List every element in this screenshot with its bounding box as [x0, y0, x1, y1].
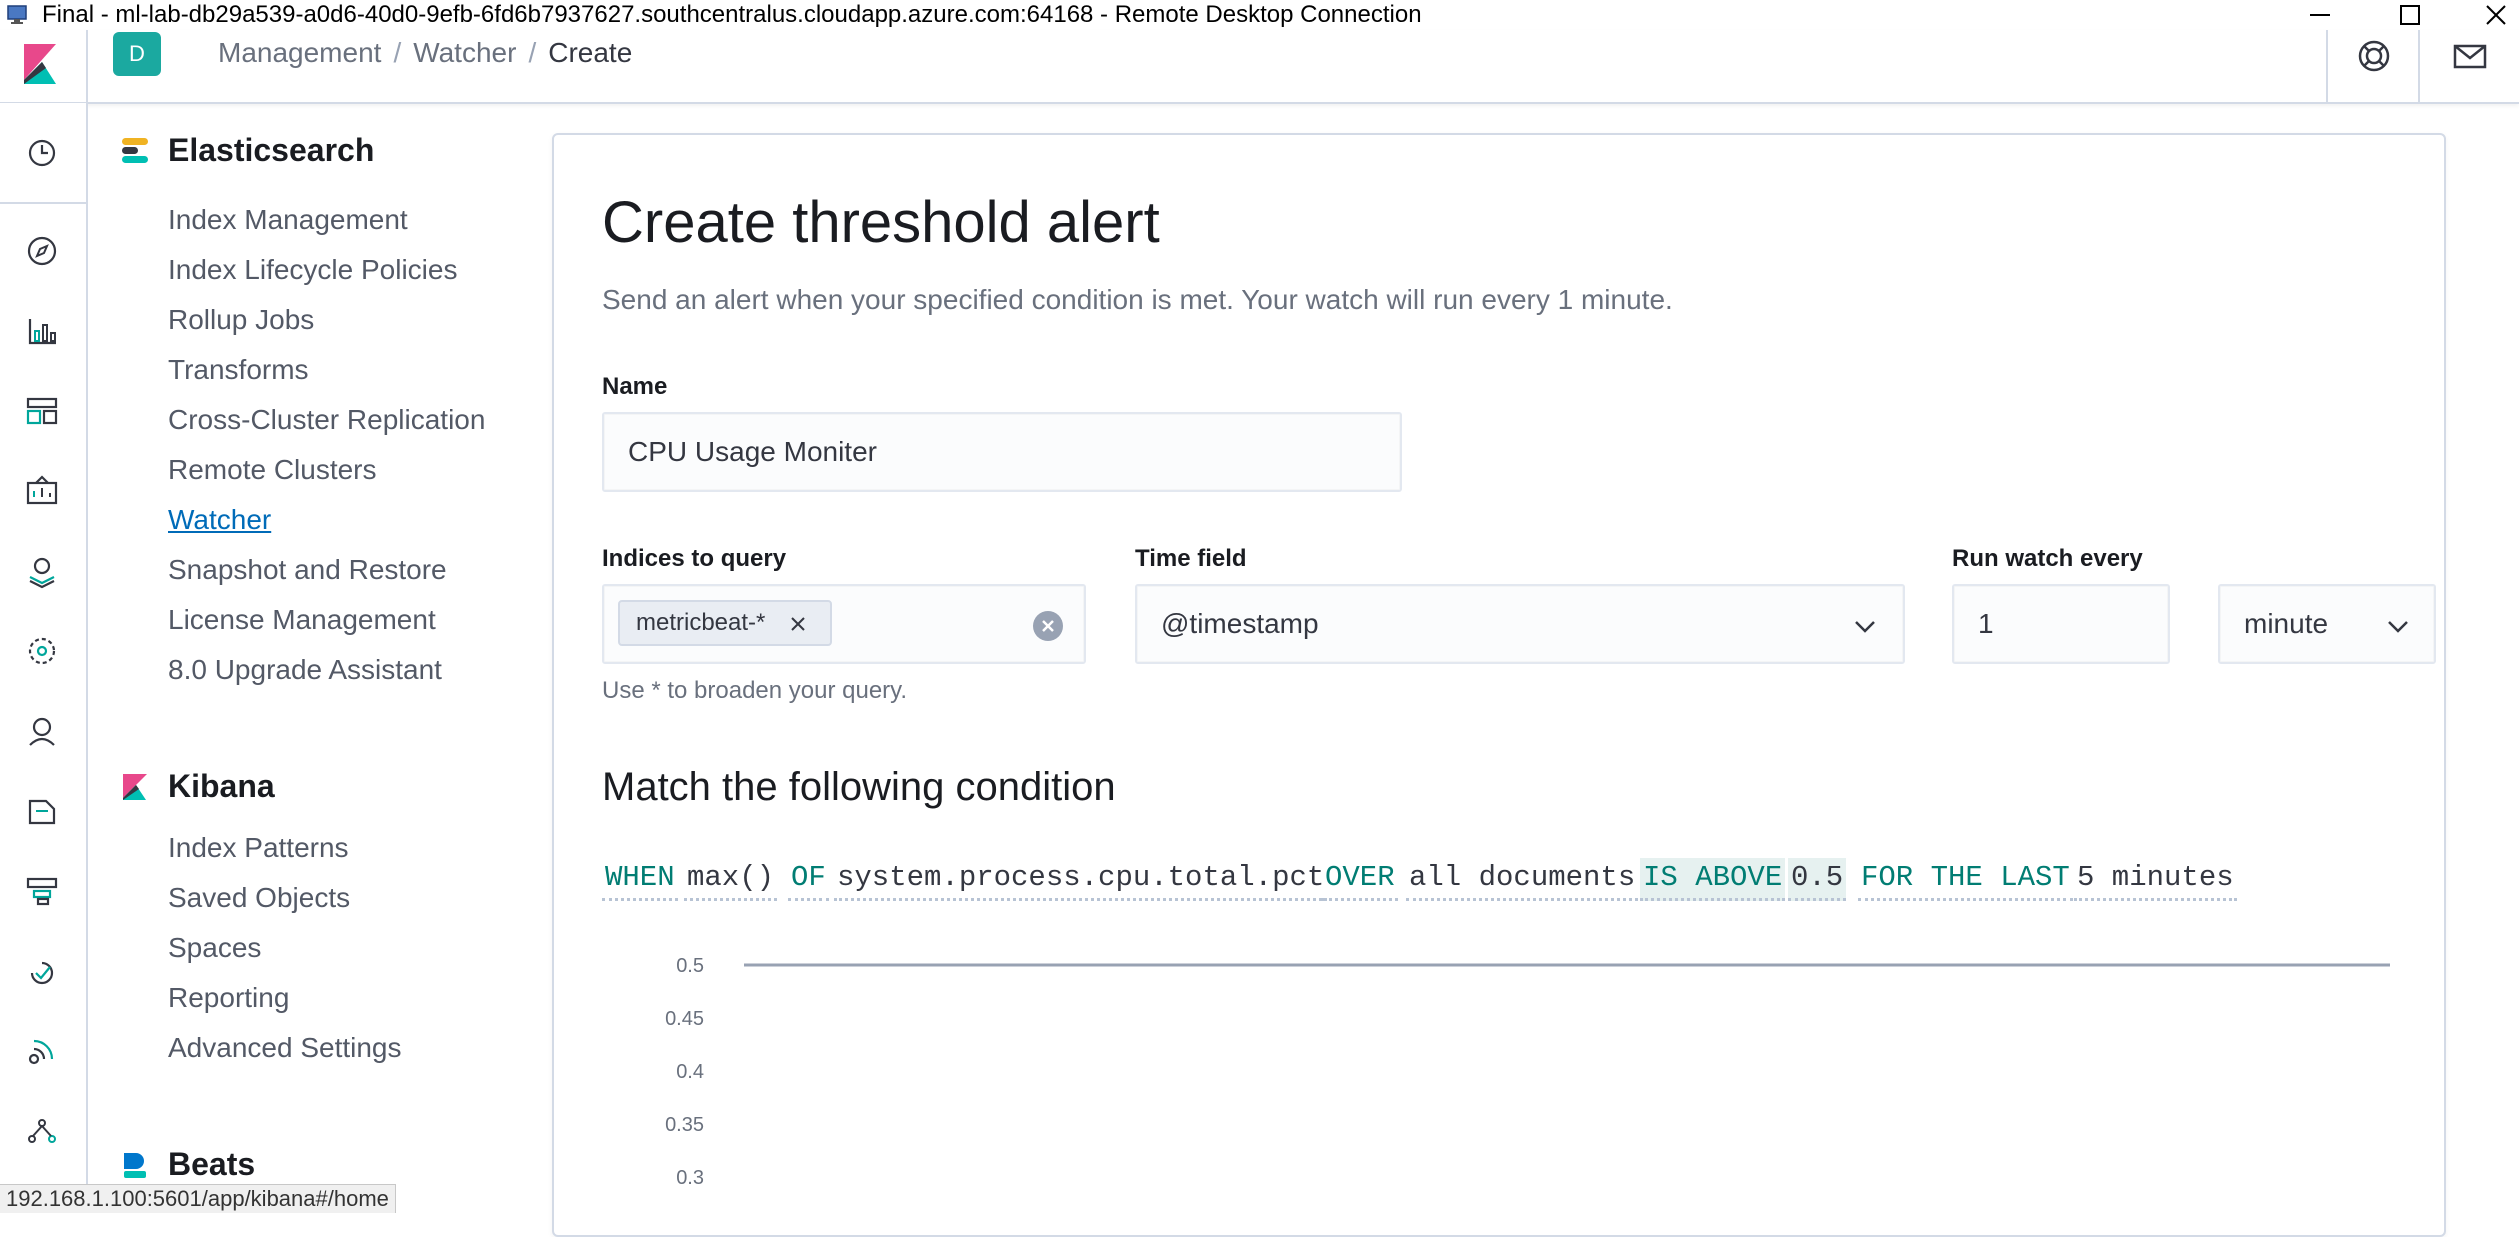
breadcrumb: Management / Watcher / Create [218, 35, 632, 71]
sidebar-item-index-lifecycle-policies[interactable]: Index Lifecycle Policies [168, 252, 457, 288]
remote-desktop-icon [7, 5, 27, 24]
breadcrumb-create: Create [548, 37, 633, 68]
page-title: Create threshold alert [602, 190, 1160, 255]
recently-viewed-clock-icon[interactable] [22, 133, 62, 173]
sidebar-item-upgrade-assistant[interactable]: 8.0 Upgrade Assistant [168, 652, 442, 688]
run-every-label: Run watch every [1952, 545, 2143, 572]
sidebar-item-index-patterns[interactable]: Index Patterns [168, 830, 349, 866]
apm-icon[interactable] [22, 871, 62, 911]
breadcrumb-separator: / [393, 37, 402, 68]
close-window-button[interactable] [2466, 0, 2519, 30]
kibana-logo-icon [123, 774, 147, 800]
expr-field[interactable]: system.process.cpu.total.pct [834, 858, 1328, 901]
page-description: Send an alert when your specified condit… [602, 284, 1673, 315]
indices-label: Indices to query [602, 545, 787, 572]
time-field-select[interactable]: @timestamp [1135, 584, 1905, 664]
sidebar-item-spaces[interactable]: Spaces [168, 930, 261, 966]
index-pill-label: metricbeat-* [636, 609, 766, 636]
logs-icon[interactable] [22, 791, 62, 831]
nav-rail [0, 103, 88, 1212]
close-icon [2486, 5, 2506, 25]
y-tick-label: 0.4 [676, 1061, 704, 1083]
canvas-icon[interactable] [22, 471, 62, 511]
breadcrumb-watcher[interactable]: Watcher [413, 37, 516, 68]
header-divider [2326, 30, 2328, 102]
indices-help-text: Use * to broaden your query. [602, 677, 908, 704]
expr-window[interactable]: 5 minutes [2074, 858, 2237, 901]
sidebar-item-advanced-settings[interactable]: Advanced Settings [168, 1030, 402, 1066]
sidebar-item-transforms[interactable]: Transforms [168, 352, 309, 388]
nav-heading-label: Elasticsearch [168, 132, 375, 168]
remote-desktop-titlebar: Final - ml-lab-db29a539-a0d6-40d0-9efb-6… [0, 0, 2519, 30]
graph-icon[interactable] [22, 1111, 62, 1151]
sidebar-item-license-management[interactable]: License Management [168, 602, 436, 638]
expr-threshold[interactable]: 0.5 [1788, 858, 1847, 901]
minimize-button[interactable] [2290, 0, 2350, 30]
discover-compass-icon[interactable] [22, 231, 62, 271]
kibana-header: D Management / Watcher / Create [0, 30, 2519, 104]
uptime-icon[interactable] [22, 951, 62, 991]
expr-of[interactable]: OF [788, 858, 829, 901]
visualize-icon[interactable] [22, 311, 62, 351]
threshold-chart: 0.5 0.45 0.4 0.35 0.3 [665, 955, 2390, 1189]
condition-title: Match the following condition [602, 765, 1116, 809]
sidebar-item-reporting[interactable]: Reporting [168, 980, 289, 1016]
elasticsearch-logo-icon [122, 138, 148, 163]
header-divider [2418, 30, 2420, 102]
clear-input-icon[interactable] [1032, 610, 1064, 642]
infrastructure-icon[interactable] [22, 711, 62, 751]
breadcrumb-management[interactable]: Management [218, 37, 381, 68]
expr-comparator[interactable]: IS ABOVE [1640, 858, 1786, 901]
time-field-value: @timestamp [1161, 608, 1319, 639]
expr-group[interactable]: all documents [1406, 858, 1639, 901]
siem-icon[interactable] [22, 1031, 62, 1071]
breadcrumb-separator: / [528, 37, 537, 68]
window-title: Final - ml-lab-db29a539-a0d6-40d0-9efb-6… [42, 1, 1422, 28]
minimize-icon [2310, 14, 2330, 16]
sidebar-item-watcher[interactable]: Watcher [168, 502, 271, 538]
maximize-icon [2400, 5, 2420, 25]
name-field-value: CPU Usage Moniter [628, 436, 877, 467]
mail-icon[interactable] [2450, 36, 2490, 76]
sidebar-item-rollup-jobs[interactable]: Rollup Jobs [168, 302, 314, 338]
y-tick-label: 0.5 [676, 955, 704, 977]
machine-learning-icon[interactable] [22, 631, 62, 671]
sidebar-item-cross-cluster-replication[interactable]: Cross-Cluster Replication [168, 402, 485, 438]
y-tick-label: 0.45 [665, 1008, 704, 1030]
run-every-input[interactable]: 1 [1952, 584, 2170, 664]
expr-for-the-last[interactable]: FOR THE LAST [1858, 858, 2073, 901]
expr-aggregation[interactable]: max() [684, 858, 778, 901]
indices-combobox[interactable]: metricbeat-* [602, 584, 1086, 664]
name-field[interactable]: CPU Usage Moniter [602, 412, 1402, 492]
chevron-down-icon [1855, 621, 1875, 633]
expr-over[interactable]: OVER [1322, 858, 1398, 901]
name-label: Name [602, 373, 668, 400]
sidebar-item-snapshot-and-restore[interactable]: Snapshot and Restore [168, 552, 447, 588]
remove-index-icon[interactable] [788, 614, 808, 634]
maximize-button[interactable] [2380, 0, 2440, 30]
nav-heading-label: Kibana [168, 768, 275, 804]
run-every-unit-select[interactable]: minute [2218, 584, 2436, 664]
status-url: 192.168.1.100:5601/app/kibana#/home [0, 1184, 396, 1213]
run-every-value: 1 [1978, 608, 1994, 639]
expr-when[interactable]: WHEN [602, 858, 678, 901]
sidebar-item-saved-objects[interactable]: Saved Objects [168, 880, 350, 916]
index-pill: metricbeat-* [618, 600, 832, 646]
nav-heading-label: Beats [168, 1146, 256, 1182]
kibana-logo-icon[interactable] [16, 40, 64, 88]
help-lifebuoy-icon[interactable] [2354, 36, 2394, 76]
maps-icon[interactable] [22, 551, 62, 591]
chevron-down-icon [2388, 621, 2408, 633]
sidebar-item-remote-clusters[interactable]: Remote Clusters [168, 452, 377, 488]
space-avatar[interactable]: D [113, 32, 161, 76]
time-field-label: Time field [1135, 545, 1247, 572]
beats-logo-icon [124, 1153, 146, 1178]
y-tick-label: 0.3 [676, 1167, 704, 1189]
y-tick-label: 0.35 [665, 1114, 704, 1136]
sidebar-item-index-management[interactable]: Index Management [168, 202, 408, 238]
run-every-unit-value: minute [2244, 608, 2329, 639]
dashboard-icon[interactable] [22, 391, 62, 431]
header-divider [86, 30, 88, 102]
rail-divider [0, 202, 86, 204]
